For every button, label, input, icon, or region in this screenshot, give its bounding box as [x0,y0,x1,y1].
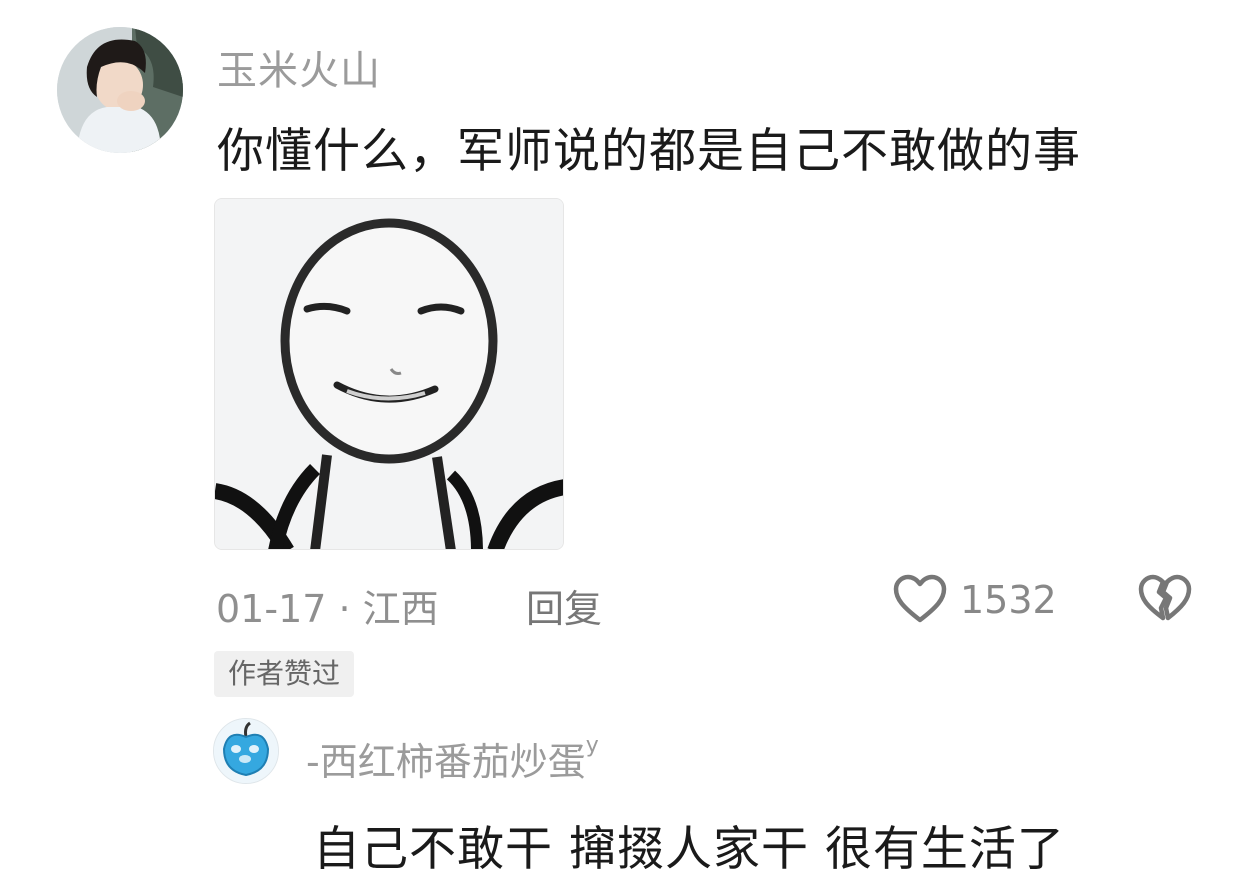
reply-button[interactable]: 回复 [526,578,602,633]
commenter-avatar[interactable] [57,27,183,153]
stickman-face-drawing [215,199,563,549]
avatar-photo [57,27,183,153]
blue-apple-icon [214,719,278,783]
reply-username-suffix: y [585,733,599,758]
commenter-username[interactable]: 玉米火山 [217,38,381,96]
comment-date-location: 01-17 · 江西 [216,587,439,631]
like-count: 1532 [960,578,1057,622]
reply-avatar[interactable] [213,718,279,784]
reply-text: 自己不敢干 撺掇人家干 很有生活了 [313,822,1065,877]
broken-heart-icon[interactable] [1138,574,1192,624]
author-liked-badge: 作者赞过 [214,651,355,697]
reply-username[interactable]: -西红柿番茄炒蛋y [306,731,599,786]
comment-text: 你懂什么，军师说的都是自己不敢做的事 [217,124,1081,179]
reply-username-text: -西红柿番茄炒蛋 [306,740,586,784]
comment-sticker-image[interactable] [214,198,564,550]
heart-outline-icon[interactable] [893,574,947,624]
